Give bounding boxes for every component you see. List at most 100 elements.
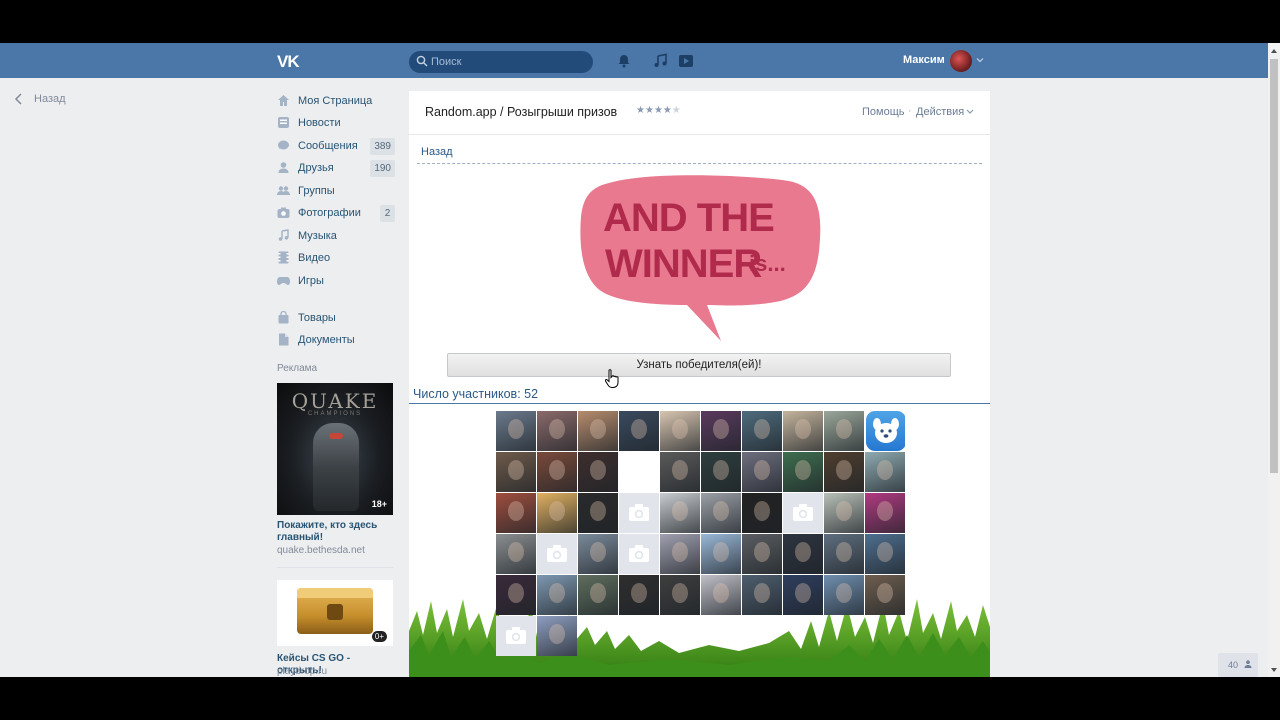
participant-avatar[interactable] [578, 493, 618, 533]
participant-avatar[interactable] [496, 411, 536, 451]
participant-avatar[interactable] [537, 575, 577, 615]
participant-no-photo[interactable] [537, 534, 577, 574]
participant-avatar[interactable] [619, 411, 659, 451]
participant-avatar[interactable] [824, 411, 864, 451]
sidebar-item-label: Фотографии [298, 207, 361, 219]
sidebar-item-photos[interactable]: Фотографии 2 [277, 203, 397, 223]
participant-avatar[interactable] [742, 534, 782, 574]
ad-cs-domain[interactable]: playdrop.ru [277, 666, 327, 677]
ad-quake-image[interactable]: QUAKE CHAMPIONS 18+ [277, 383, 393, 515]
participant-avatar[interactable] [865, 534, 905, 574]
participant-avatar[interactable] [783, 534, 823, 574]
participant-avatar[interactable] [578, 575, 618, 615]
ad-cs-case-image[interactable]: 0+ [277, 580, 393, 646]
participant-avatar[interactable] [578, 534, 618, 574]
sidebar-item-groups[interactable]: Группы [277, 181, 397, 201]
sidebar-item-news[interactable]: Новости [277, 113, 397, 133]
scrollbar[interactable] [1268, 43, 1280, 677]
video-play-icon[interactable] [678, 53, 694, 69]
header-separator: · [908, 105, 912, 117]
back-link[interactable]: Назад [421, 146, 453, 158]
participant-avatar[interactable] [824, 534, 864, 574]
participant-avatar[interactable] [742, 493, 782, 533]
participant-avatar[interactable] [578, 452, 618, 492]
participant-avatar[interactable] [824, 493, 864, 533]
sidebar-item-music[interactable]: Музыка [277, 226, 397, 246]
sidebar-item-documents[interactable]: Документы [277, 330, 397, 350]
sidebar-item-label: Друзья [298, 162, 334, 174]
participant-avatar[interactable] [537, 452, 577, 492]
news-icon [278, 117, 289, 128]
participant-avatar[interactable] [701, 575, 741, 615]
avatar-face [713, 460, 729, 480]
participant-avatar[interactable] [537, 411, 577, 451]
participant-avatar[interactable] [865, 493, 905, 533]
participant-avatar[interactable] [537, 616, 577, 656]
figure-visor [329, 433, 343, 439]
ad-quake-title[interactable]: Покажите, кто здесь главный! [277, 520, 395, 544]
participant-avatar[interactable] [824, 452, 864, 492]
sidebar-item-video[interactable]: Видео [277, 248, 397, 268]
find-winner-button[interactable]: Узнать победителя(ей)! [447, 353, 951, 377]
user-name[interactable]: Максим [903, 54, 945, 66]
scroll-down-icon[interactable] [1271, 667, 1277, 673]
avatar-face [549, 583, 565, 603]
participant-avatar[interactable] [824, 575, 864, 615]
participant-avatar[interactable] [865, 575, 905, 615]
participant-avatar[interactable] [660, 452, 700, 492]
sidebar-item-label: Новости [298, 117, 341, 129]
ad-quake-domain[interactable]: quake.bethesda.net [277, 545, 365, 556]
scroll-up-icon[interactable] [1271, 48, 1277, 54]
participant-avatar[interactable] [742, 575, 782, 615]
participant-avatar[interactable] [496, 534, 536, 574]
app-title: Random.app / Розыгрыши призов [425, 105, 618, 119]
avatar-face [549, 624, 565, 644]
music-icon[interactable] [652, 53, 668, 69]
participant-no-photo[interactable] [783, 493, 823, 533]
participant-avatar[interactable] [701, 411, 741, 451]
participant-avatar[interactable] [742, 411, 782, 451]
participant-no-photo[interactable] [496, 616, 536, 656]
sidebar-item-friends[interactable]: Друзья 190 [277, 158, 397, 178]
actions-menu[interactable]: Действия [916, 106, 964, 118]
participant-avatar[interactable] [660, 534, 700, 574]
participant-avatar[interactable] [701, 452, 741, 492]
online-friends-badge[interactable]: 40 [1218, 653, 1258, 677]
participant-avatar-vk[interactable] [865, 411, 905, 451]
participant-no-photo[interactable] [619, 493, 659, 533]
sidebar-item-my-page[interactable]: Моя Страница [277, 91, 397, 111]
participant-avatar[interactable] [496, 575, 536, 615]
avatar-face [836, 460, 852, 480]
avatar[interactable] [950, 50, 972, 72]
participant-avatar[interactable] [783, 575, 823, 615]
vk-logo[interactable]: VK [277, 52, 305, 71]
participant-avatar[interactable] [783, 411, 823, 451]
participant-avatar[interactable] [496, 493, 536, 533]
sidebar-item-goods[interactable]: Товары [277, 308, 397, 328]
participant-no-photo[interactable] [619, 534, 659, 574]
participant-avatar[interactable] [783, 452, 823, 492]
participant-avatar[interactable] [496, 452, 536, 492]
participant-avatar[interactable] [578, 411, 618, 451]
hand-cursor-icon [605, 369, 619, 388]
chevron-down-icon[interactable] [976, 56, 984, 64]
scroll-thumb[interactable] [1270, 59, 1278, 473]
bell-icon[interactable] [616, 53, 632, 69]
participant-avatar[interactable] [619, 575, 659, 615]
chevron-down-icon[interactable] [966, 109, 974, 115]
sidebar-item-games[interactable]: Игры [277, 271, 397, 291]
participant-avatar[interactable] [660, 493, 700, 533]
participant-avatar[interactable] [701, 534, 741, 574]
participant-avatar[interactable] [537, 493, 577, 533]
participant-avatar[interactable] [660, 411, 700, 451]
sidebar-item-label: Игры [298, 275, 324, 287]
participant-avatar[interactable] [742, 452, 782, 492]
participant-avatar[interactable] [865, 452, 905, 492]
help-link[interactable]: Помощь [862, 106, 905, 118]
sidebar-item-messages[interactable]: Сообщения 389 [277, 136, 397, 156]
participant-avatar[interactable] [660, 575, 700, 615]
search-box[interactable] [409, 51, 593, 73]
participant-avatar[interactable] [701, 493, 741, 533]
participant-avatar-blank[interactable] [619, 452, 659, 492]
search-input[interactable] [431, 53, 581, 71]
